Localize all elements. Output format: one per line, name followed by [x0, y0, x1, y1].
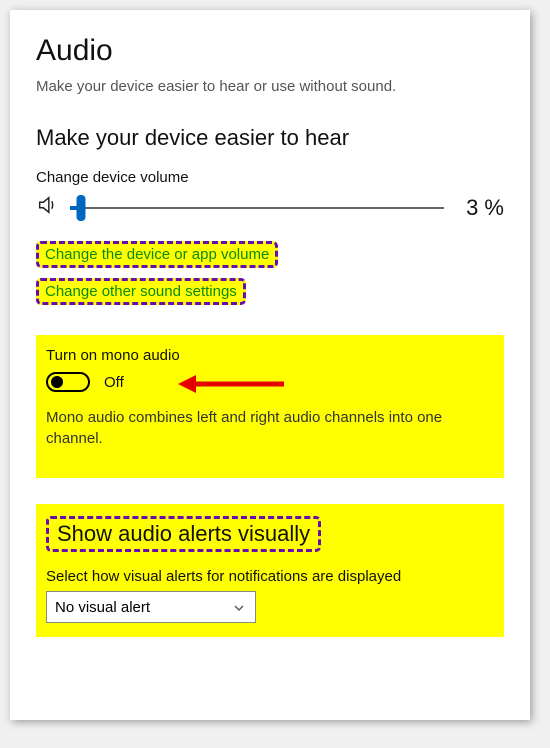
page-subtitle: Make your device easier to hear or use w…: [36, 78, 504, 95]
mono-audio-description: Mono audio combines left and right audio…: [46, 407, 494, 449]
mono-audio-block: Turn on mono audio Off Mono audio combin…: [36, 335, 504, 478]
page-title: Audio: [36, 34, 504, 68]
volume-value: 3 %: [456, 195, 504, 221]
speaker-icon: [36, 194, 58, 221]
volume-slider[interactable]: [70, 195, 444, 221]
visual-alert-dropdown[interactable]: No visual alert: [46, 591, 256, 623]
chevron-down-icon: [233, 601, 245, 613]
visual-alert-select-label: Select how visual alerts for notificatio…: [46, 568, 494, 585]
annotation-arrow-icon: [176, 370, 286, 398]
section-visual-alerts: Show audio alerts visually: [46, 516, 321, 552]
mono-audio-toggle[interactable]: [46, 372, 90, 392]
link-other-sound-settings[interactable]: Change other sound settings: [36, 278, 246, 305]
visual-alert-selected: No visual alert: [55, 599, 150, 616]
visual-alerts-block: Show audio alerts visually Select how vi…: [36, 504, 504, 637]
mono-audio-state: Off: [104, 374, 124, 391]
mono-audio-label: Turn on mono audio: [46, 347, 494, 364]
settings-panel: Audio Make your device easier to hear or…: [10, 10, 530, 720]
section-easier-to-hear: Make your device easier to hear: [36, 125, 504, 151]
sound-links: Change the device or app volume Change o…: [36, 239, 504, 307]
volume-row: 3 %: [36, 194, 504, 221]
link-change-device-volume[interactable]: Change the device or app volume: [36, 241, 278, 268]
volume-label: Change device volume: [36, 169, 504, 186]
